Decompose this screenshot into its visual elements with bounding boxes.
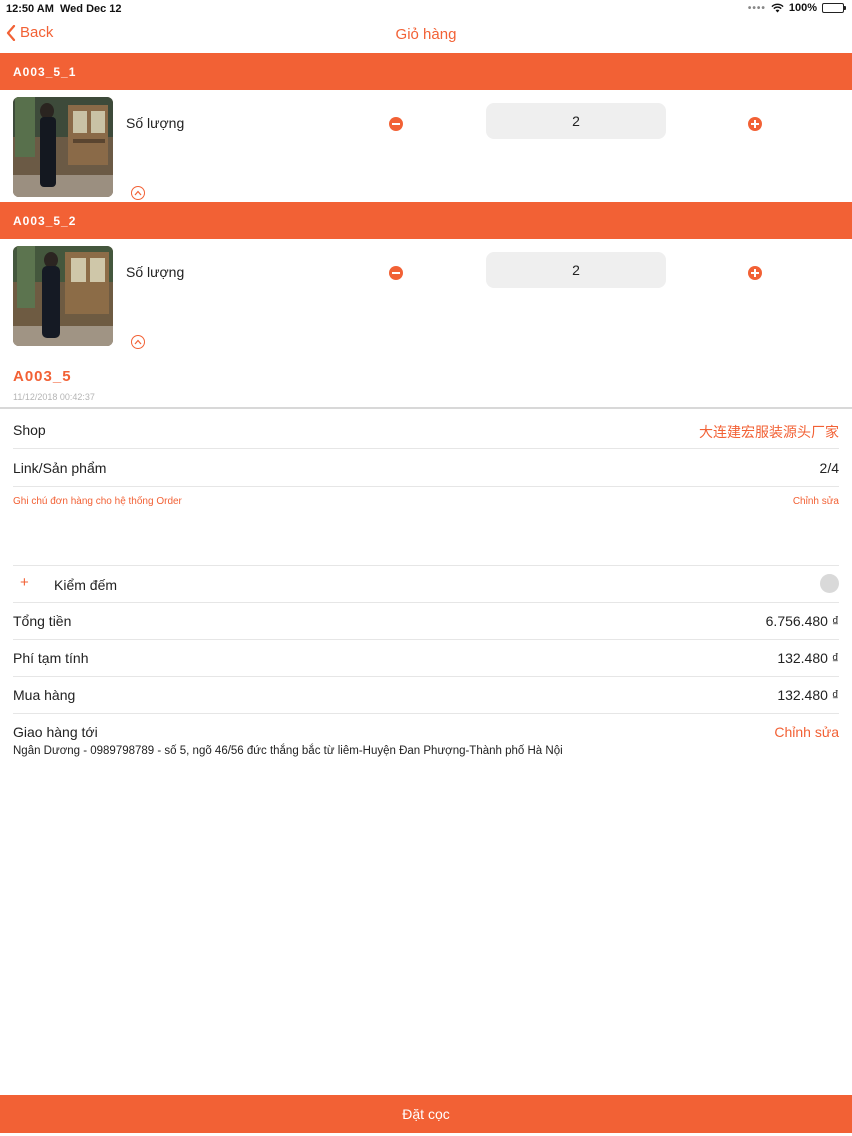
shop-name[interactable]: 大连建宏服装源头厂家 xyxy=(699,422,839,442)
edit-note-button[interactable]: Chỉnh sửa xyxy=(793,496,839,507)
fee-value: 132.480 ₫ xyxy=(777,650,839,666)
check-count-row[interactable]: + Kiểm đếm xyxy=(13,566,839,603)
order-note-row: Ghi chú đơn hàng cho hệ thống Order Chỉn… xyxy=(13,487,839,566)
fee-row: Phí tạm tính 132.480 ₫ xyxy=(13,640,839,677)
total-label: Tổng tiền xyxy=(13,613,72,629)
delivery-address: Ngân Dương - 0989798789 - số 5, ngõ 46/5… xyxy=(13,745,563,757)
status-right: •••• 100% xyxy=(747,2,846,14)
decrease-quantity-button[interactable] xyxy=(389,266,403,280)
page-title: Giỏ hàng xyxy=(395,26,457,43)
quantity-input[interactable]: 2 xyxy=(486,252,666,288)
collapse-button[interactable] xyxy=(131,186,145,200)
quantity-label: Số lượng xyxy=(126,115,185,131)
edit-delivery-button[interactable]: Chỉnh sửa xyxy=(774,724,839,740)
increase-quantity-button[interactable] xyxy=(748,117,762,131)
minus-icon xyxy=(392,272,400,274)
deposit-button[interactable]: Đặt cọc xyxy=(0,1095,852,1133)
purchase-value: 132.480 ₫ xyxy=(777,687,839,703)
cellular-signal-icon: •••• xyxy=(747,2,766,14)
order-note-label: Ghi chú đơn hàng cho hệ thống Order xyxy=(13,496,182,507)
battery-icon xyxy=(822,3,846,13)
plus-icon xyxy=(751,269,759,277)
navigation-bar: Back Giỏ hàng xyxy=(0,18,852,52)
plus-icon xyxy=(751,120,759,128)
purchase-label: Mua hàng xyxy=(13,687,76,703)
total-row: Tổng tiền 6.756.480 ₫ xyxy=(13,603,839,640)
order-code: A003_5 xyxy=(13,368,72,385)
fee-label: Phí tạm tính xyxy=(13,650,89,666)
status-bar: 12:50 AM Wed Dec 12 •••• 100% xyxy=(0,0,852,18)
collapse-button[interactable] xyxy=(131,335,145,349)
item-group-header: A003_5_1 xyxy=(0,53,852,90)
chevron-up-icon xyxy=(134,339,142,345)
total-value: 6.756.480 ₫ xyxy=(765,613,839,629)
product-image[interactable] xyxy=(13,246,113,346)
link-product-count: 2/4 xyxy=(819,460,839,476)
shop-row: Shop 大连建宏服装源头厂家 xyxy=(13,411,839,449)
chevron-up-icon xyxy=(134,190,142,196)
plus-icon: + xyxy=(20,574,29,591)
product-image[interactable] xyxy=(13,97,113,197)
check-count-label: Kiểm đếm xyxy=(54,577,118,593)
purchase-row: Mua hàng 132.480 ₫ xyxy=(13,677,839,714)
cart-item-row: Số lượng 2 xyxy=(0,239,852,351)
item-group-header: A003_5_2 xyxy=(0,202,852,239)
battery-percent: 100% xyxy=(788,2,817,14)
shop-label: Shop xyxy=(13,422,46,438)
decrease-quantity-button[interactable] xyxy=(389,117,403,131)
minus-icon xyxy=(392,123,400,125)
cart-item-row: Số lượng 2 xyxy=(0,90,852,202)
wifi-icon xyxy=(771,3,784,13)
increase-quantity-button[interactable] xyxy=(748,266,762,280)
link-product-row: Link/Sản phẩm 2/4 xyxy=(13,449,839,487)
order-date: 11/12/2018 00:42:37 xyxy=(13,392,95,402)
status-date: Wed Dec 12 xyxy=(60,3,122,15)
quantity-input[interactable]: 2 xyxy=(486,103,666,139)
link-product-label: Link/Sản phẩm xyxy=(13,460,107,476)
divider xyxy=(0,407,852,409)
quantity-label: Số lượng xyxy=(126,264,185,280)
status-time: 12:50 AM xyxy=(6,3,54,15)
check-count-toggle[interactable] xyxy=(820,574,839,593)
delivery-label: Giao hàng tới xyxy=(13,724,98,740)
